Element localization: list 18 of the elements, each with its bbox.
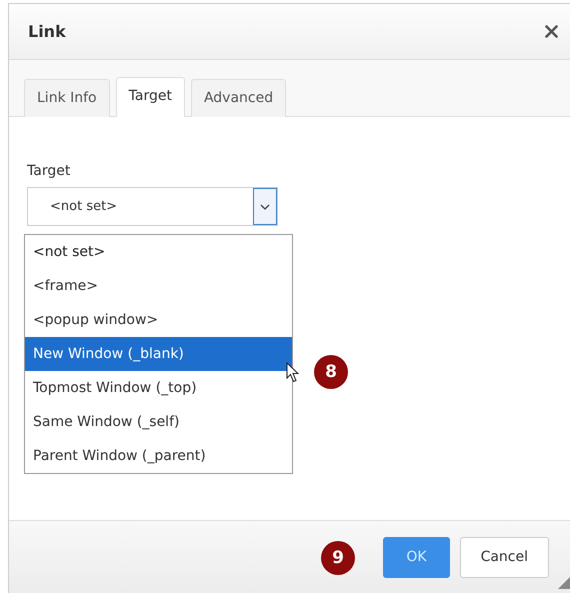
dropdown-option[interactable]: Parent Window (_parent) bbox=[25, 439, 292, 473]
tab[interactable]: Link Info bbox=[24, 79, 110, 117]
step-badge: 8 bbox=[314, 355, 348, 389]
field-label: Target bbox=[27, 163, 72, 179]
dropdown-option[interactable]: Same Window (_self) bbox=[25, 405, 292, 439]
dropdown-option[interactable]: Topmost Window (_top) bbox=[25, 371, 292, 405]
tab[interactable]: Advanced bbox=[190, 79, 286, 117]
step-badge: 9 bbox=[321, 541, 355, 575]
dropdown-option[interactable]: <frame> bbox=[25, 269, 292, 303]
resize-grip-icon[interactable] bbox=[558, 577, 570, 589]
cancel-button[interactable]: Cancel bbox=[460, 536, 549, 578]
close-icon[interactable] bbox=[545, 25, 558, 38]
target-select[interactable]: <not set> bbox=[27, 187, 278, 226]
dropdown-option[interactable]: <not set> bbox=[25, 235, 292, 269]
dropdown-option[interactable]: <popup window> bbox=[25, 303, 292, 337]
dropdown-option[interactable]: New Window (_blank) bbox=[25, 337, 292, 371]
tab[interactable]: Target bbox=[116, 77, 185, 117]
dialog-title: Link bbox=[28, 22, 66, 41]
